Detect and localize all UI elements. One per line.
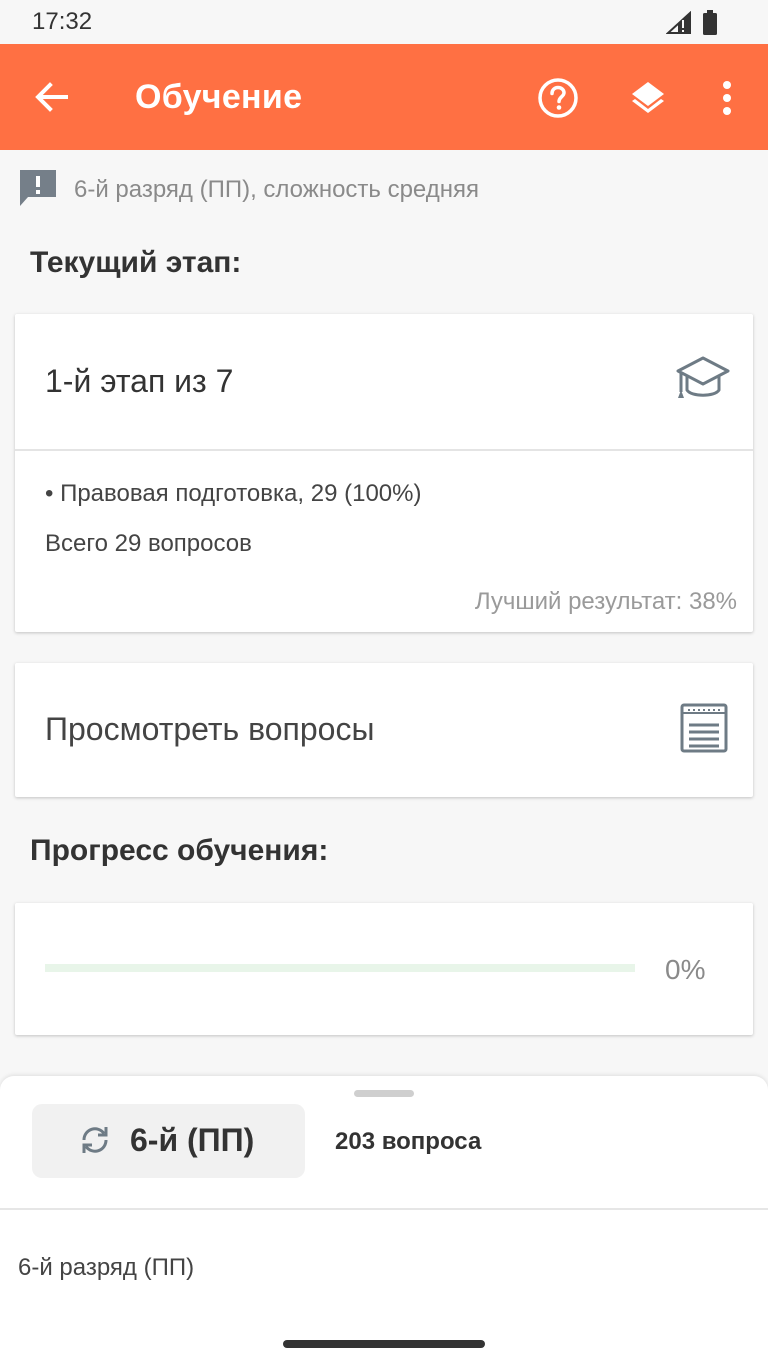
stage-topic: • Правовая подготовка, 29 (100%) xyxy=(45,480,422,507)
help-icon xyxy=(538,78,578,118)
drag-handle[interactable] xyxy=(354,1090,414,1097)
arrow-back-icon xyxy=(35,82,68,112)
signal-icon xyxy=(664,10,691,34)
status-icons xyxy=(664,10,718,36)
app-bar: Обучение xyxy=(0,44,768,150)
progress-percent: 0% xyxy=(665,954,706,985)
progress-card: 0% xyxy=(15,903,753,1035)
layers-icon xyxy=(632,82,664,113)
bottom-sheet: 6-й (ПП) 203 вопроса 6-й разряд (ПП) xyxy=(0,1076,768,1366)
stage-total: Всего 29 вопросов xyxy=(45,530,252,557)
divider xyxy=(0,1208,768,1210)
list-document-icon xyxy=(680,703,728,753)
current-stage-heading: Текущий этап: xyxy=(30,246,242,279)
sync-icon xyxy=(82,1127,108,1153)
stage-name: 1-й этап из 7 xyxy=(45,363,234,399)
feedback-icon xyxy=(20,170,56,206)
level-switch-button[interactable]: 6-й (ПП) xyxy=(32,1104,305,1178)
view-questions-button[interactable]: Просмотреть вопросы xyxy=(15,663,753,797)
layers-button[interactable] xyxy=(624,74,672,122)
graduation-cap-icon xyxy=(676,356,730,398)
help-button[interactable] xyxy=(534,74,582,122)
best-result: Лучший результат: 38% xyxy=(474,588,737,615)
page-title: Обучение xyxy=(135,78,303,116)
view-questions-label: Просмотреть вопросы xyxy=(45,711,375,747)
level-label: 6-й (ПП) xyxy=(130,1122,255,1158)
battery-icon xyxy=(703,10,717,35)
more-vert-icon xyxy=(723,81,731,115)
question-count: 203 вопроса xyxy=(335,1128,482,1155)
more-button[interactable] xyxy=(703,74,751,122)
subtitle-text: 6-й разряд (ПП), сложность средняя xyxy=(74,176,479,203)
navigation-handle[interactable] xyxy=(283,1340,485,1348)
status-bar: 17:32 xyxy=(0,0,768,44)
progress-bar xyxy=(45,964,635,972)
list-item[interactable]: 6-й разряд (ПП) xyxy=(18,1254,194,1282)
current-stage-card[interactable]: 1-й этап из 7 • Правовая подготовка, 29 … xyxy=(15,314,753,632)
stage-header: 1-й этап из 7 xyxy=(15,314,753,451)
progress-heading: Прогресс обучения: xyxy=(30,834,329,867)
status-time: 17:32 xyxy=(32,8,93,35)
back-button[interactable] xyxy=(28,75,76,119)
